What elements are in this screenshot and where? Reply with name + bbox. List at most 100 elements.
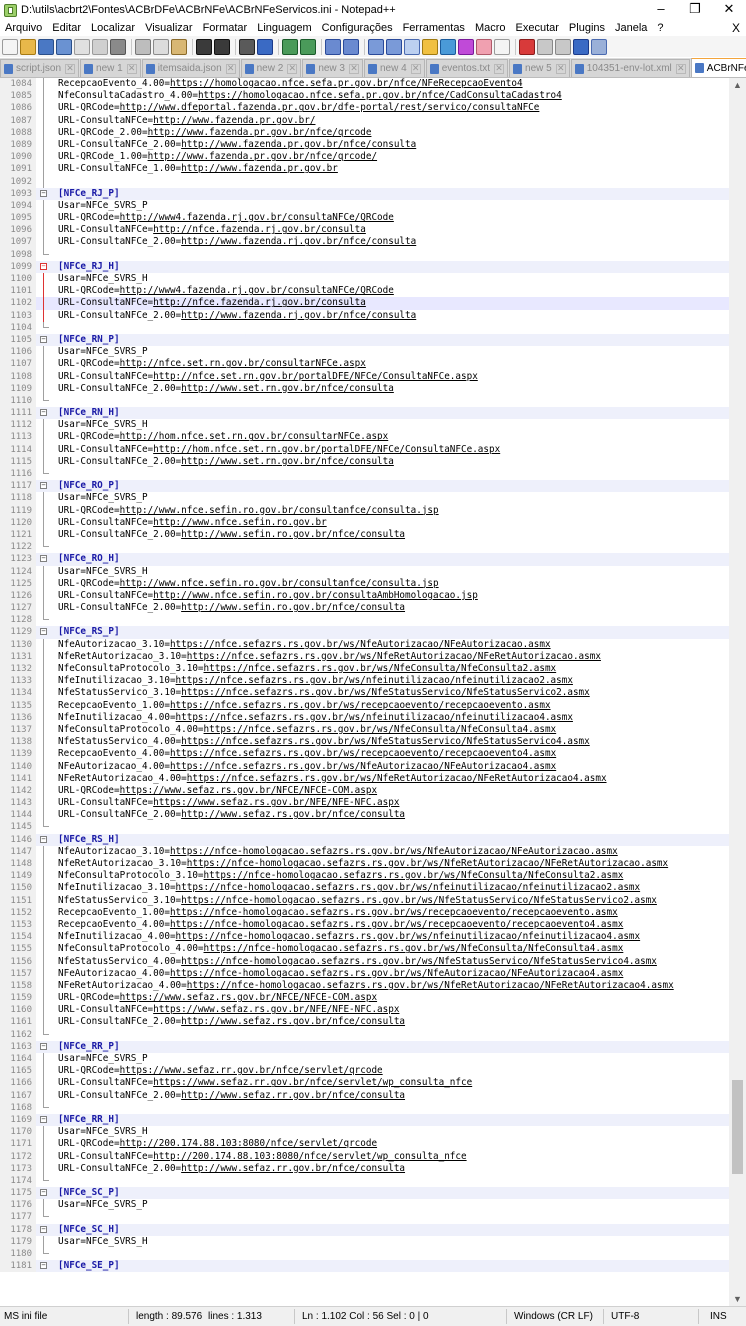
code-line[interactable]: 1126 URL-ConsultaNFCe=http://www.nfce.sef…	[0, 589, 746, 603]
code-line[interactable]: 1099− [NFCe_RJ_H]	[0, 260, 746, 273]
tab-env-lot-xml[interactable]: 104351-env-lot.xml ✕	[570, 59, 690, 77]
code-line[interactable]: 1095 URL-QRCode=http://www4.fazenda.rj.go…	[0, 212, 746, 225]
code-line[interactable]: 1091 URL-ConsultaNFCe_1.00=http://www.faz…	[0, 163, 746, 176]
fold-toggle-icon[interactable]: −	[40, 409, 47, 417]
folder-workspace-icon[interactable]	[476, 38, 492, 55]
close-file-icon[interactable]	[74, 38, 90, 55]
menu-localizar[interactable]: Localizar	[86, 22, 140, 34]
maximize-button[interactable]: ❐	[678, 0, 712, 20]
code-line[interactable]: 1149 NfeConsultaProtocolo_3.10=https://nf…	[0, 870, 746, 883]
code-line[interactable]: 1174	[0, 1174, 746, 1188]
scroll-down-icon[interactable]: ▼	[729, 1292, 746, 1306]
code-line[interactable]: 1176 Usar=NFCe_SVRS_P	[0, 1199, 746, 1212]
close-tab-icon[interactable]: ✕	[126, 63, 137, 74]
url-link[interactable]: http://www4.fazenda.rj.gov.br/consultaNF…	[120, 285, 394, 296]
tab-new-4[interactable]: new 4 ✕	[364, 59, 425, 77]
url-link[interactable]: http://www.fazenda.pr.gov.br/nfce/qrcode	[148, 127, 372, 138]
fold-margin[interactable]: −	[38, 1187, 52, 1199]
zoom-in-icon[interactable]	[282, 38, 298, 55]
code-line[interactable]: 1163− [NFCe_RR_P]	[0, 1040, 746, 1053]
tab-new-1[interactable]: new 1 ✕	[80, 59, 141, 77]
code-line[interactable]: 1112 Usar=NFCe_SVRS_H	[0, 419, 746, 432]
url-link[interactable]: http://www.fazenda.pr.gov.br/nfce/qrcode…	[148, 151, 378, 162]
url-link[interactable]: http://www.fazenda.pr.gov.br	[181, 163, 338, 174]
fold-toggle-icon[interactable]: −	[40, 628, 47, 636]
url-link[interactable]: http://hom.nfce.set.rn.gov.br/portalDFE/…	[153, 444, 500, 455]
menu-janela[interactable]: Janela	[610, 22, 652, 34]
code-line[interactable]: 1131 NfeRetAutorizacao_3.10=https://nfce.…	[0, 650, 746, 663]
code-line[interactable]: 1138 NfeStatusServico_4.00=https://nfce.s…	[0, 736, 746, 749]
fold-toggle-icon[interactable]: −	[40, 1115, 47, 1123]
scrollbar-thumb[interactable]	[732, 1080, 743, 1174]
url-link[interactable]: https://nfce.sefazrs.rs.gov.br/ws/NfeAut…	[170, 639, 551, 650]
url-link[interactable]: https://www.sefaz.rs.gov.br/NFE/NFE-NFC.…	[153, 797, 399, 808]
code-line[interactable]: 1144 URL-ConsultaNFCe_2.00=http://www.sef…	[0, 809, 746, 822]
fold-margin[interactable]: −	[38, 834, 52, 846]
url-link[interactable]: http://www.fazenda.pr.gov.br/nfce/consul…	[181, 139, 416, 150]
paste-icon[interactable]	[171, 38, 187, 55]
code-line[interactable]: 1090 URL-QRCode_1.00=http://www.fazenda.p…	[0, 151, 746, 164]
menu-macro[interactable]: Macro	[470, 22, 511, 34]
url-link[interactable]: http://www.nfce.sefin.ro.gov.br/consulta…	[120, 505, 439, 516]
fold-toggle-icon[interactable]: −	[40, 189, 47, 197]
url-link[interactable]: https://nfce-homologacao.sefazrs.rs.gov.…	[187, 858, 668, 869]
code-editor[interactable]: 1084 RecepcaoEvento_4.00=https://homologa…	[0, 78, 746, 1306]
url-link[interactable]: http://www.fazenda.pr.gov.br/	[153, 115, 315, 126]
url-link[interactable]: https://nfce-homologacao.sefazrs.rs.gov.…	[204, 943, 624, 954]
code-line[interactable]: 1143 URL-ConsultaNFCe=https://www.sefaz.r…	[0, 797, 746, 810]
url-link[interactable]: http://www.sefin.ro.gov.br/nfce/consulta	[181, 529, 405, 540]
code-line[interactable]: 1172 URL-ConsultaNFCe=http://200.174.88.1…	[0, 1150, 746, 1163]
url-link[interactable]: http://nfce.set.rn.gov.br/portalDFE/NFCe…	[153, 371, 478, 382]
close-button[interactable]: ✕	[712, 0, 746, 20]
close-tab-icon[interactable]: ✕	[410, 63, 421, 74]
url-link[interactable]: https://nfce.sefazrs.rs.gov.br/ws/nfeinu…	[176, 675, 573, 686]
code-line[interactable]: 1130 NfeAutorizacao_3.10=https://nfce.sef…	[0, 638, 746, 651]
code-line[interactable]: 1103 URL-ConsultaNFCe_2.00=http://www.faz…	[0, 309, 746, 322]
indent-guide-icon[interactable]	[404, 38, 420, 55]
url-link[interactable]: http://www.nfce.sefin.ro.gov.br/consulta…	[153, 590, 478, 601]
code-line[interactable]: 1088 URL-QRCode_2.00=http://www.fazenda.p…	[0, 126, 746, 139]
url-link[interactable]: http://200.174.88.103:8080/nfce/servlet/…	[153, 1151, 466, 1162]
fold-margin[interactable]: −	[38, 480, 52, 492]
save-all-icon[interactable]	[56, 38, 72, 55]
code-line[interactable]: 1171 URL-QRCode=http://200.174.88.103:808…	[0, 1138, 746, 1151]
code-line[interactable]: 1169− [NFCe_RR_H]	[0, 1113, 746, 1127]
code-line[interactable]: 1101 URL-QRCode=http://www4.fazenda.rj.go…	[0, 285, 746, 298]
code-line[interactable]: 1107 URL-QRCode=http://nfce.set.rn.gov.br…	[0, 358, 746, 371]
monitoring-icon[interactable]	[494, 38, 510, 55]
fold-margin[interactable]: −	[38, 334, 52, 346]
code-line[interactable]: 1166 URL-ConsultaNFCe=https://www.sefaz.r…	[0, 1077, 746, 1090]
fold-toggle-icon[interactable]: −	[40, 1225, 47, 1233]
url-link[interactable]: https://nfce-homologacao.sefazrs.rs.gov.…	[187, 980, 674, 991]
code-line[interactable]: 1135 RecepcaoEvento_1.00=https://nfce.sef…	[0, 699, 746, 712]
code-line[interactable]: 1162	[0, 1028, 746, 1041]
tab-new-5[interactable]: new 5 ✕	[509, 59, 570, 77]
close-tab-icon[interactable]: ✕	[675, 63, 686, 74]
code-line[interactable]: 1110	[0, 394, 746, 408]
code-line[interactable]: 1136 NfeInutilizacao_4.00=https://nfce.se…	[0, 711, 746, 724]
code-line[interactable]: 1102 URL-ConsultaNFCe=http://nfce.fazenda…	[0, 297, 746, 310]
code-line[interactable]: 1161 URL-ConsultaNFCe_2.00=http://www.sef…	[0, 1016, 746, 1029]
fold-margin[interactable]: −	[38, 407, 52, 419]
function-list-icon[interactable]	[458, 38, 474, 55]
code-line[interactable]: 1100 Usar=NFCe_SVRS_H	[0, 273, 746, 286]
code-line[interactable]: 1170 Usar=NFCe_SVRS_H	[0, 1126, 746, 1139]
code-line[interactable]: 1114 URL-ConsultaNFCe=http://hom.nfce.set…	[0, 443, 746, 456]
sync-vertical-icon[interactable]	[325, 38, 341, 55]
code-line[interactable]: 1125 URL-QRCode=http://www.nfce.sefin.ro.…	[0, 577, 746, 590]
open-file-icon[interactable]	[20, 38, 36, 55]
code-line[interactable]: 1092	[0, 175, 746, 188]
url-link[interactable]: http://www.dfeportal.fazenda.pr.gov.br/d…	[120, 102, 540, 113]
url-link[interactable]: https://nfce-homologacao.sefazrs.rs.gov.…	[176, 931, 641, 942]
code-line[interactable]: 1175− [NFCe_SC_P]	[0, 1187, 746, 1200]
code-line[interactable]: 1129− [NFCe_RS_P]	[0, 626, 746, 639]
url-link[interactable]: https://www.sefaz.rr.gov.br/nfce/servlet…	[153, 1077, 472, 1088]
url-link[interactable]: https://nfce.sefazrs.rs.gov.br/ws/recepc…	[170, 748, 556, 759]
code-line[interactable]: 1122	[0, 541, 746, 554]
zoom-out-icon[interactable]	[300, 38, 316, 55]
fold-margin[interactable]: −	[38, 553, 52, 565]
fold-toggle-icon[interactable]: −	[40, 1189, 47, 1197]
code-line[interactable]: 1180	[0, 1248, 746, 1261]
menu-linguagem[interactable]: Linguagem	[252, 22, 316, 34]
code-line[interactable]: 1133 NfeInutilizacao_3.10=https://nfce.se…	[0, 675, 746, 688]
